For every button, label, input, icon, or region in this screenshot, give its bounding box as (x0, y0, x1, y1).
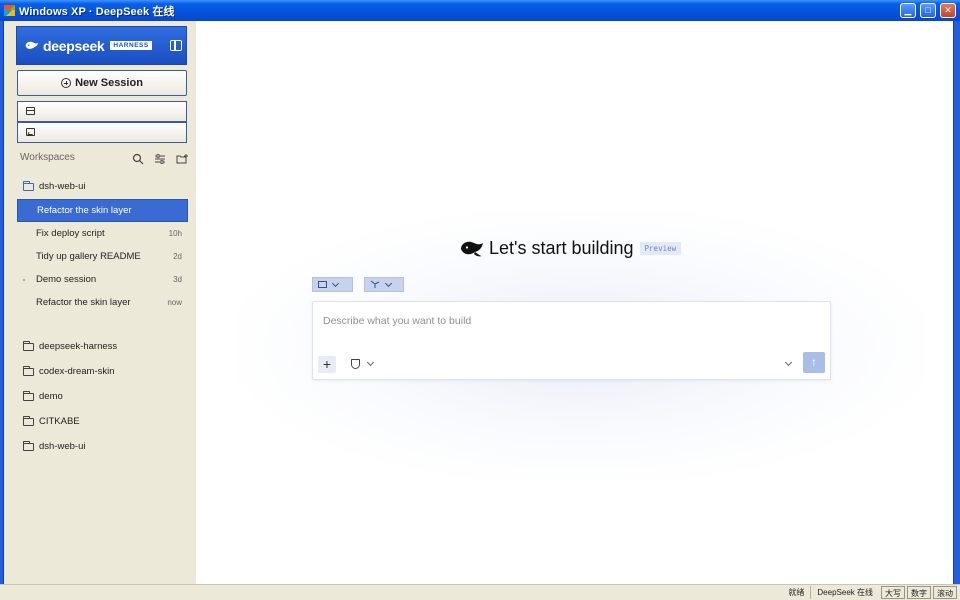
folder-open-icon (23, 180, 34, 191)
chevron-down-icon[interactable] (366, 358, 375, 367)
window-controls: ▁ □ ✕ (900, 3, 956, 18)
workspace-tools (132, 152, 188, 165)
new-session-button[interactable]: New Session (17, 70, 187, 96)
session-title: Fix deploy script (36, 228, 105, 239)
folder-icon (23, 340, 34, 351)
session-title: Refactor the skin layer (37, 205, 132, 216)
attach-button[interactable]: + (318, 356, 336, 373)
folder-icon (23, 390, 34, 401)
window-title: Windows XP · DeepSeek 在线 (19, 5, 175, 18)
filter-icon[interactable] (154, 152, 166, 164)
status-scroll: 滚动 (933, 586, 957, 599)
new-folder-icon[interactable] (176, 152, 188, 164)
session-item[interactable]: Refactor the skin layer now (17, 291, 188, 314)
branch-icon (370, 280, 380, 288)
workspace-name: dsh-web-ui (39, 181, 86, 192)
folder-picker-button[interactable] (312, 277, 353, 292)
image-view-button[interactable] (17, 122, 187, 143)
status-bar: 就绪 DeepSeek 在线 大写 数字 滚动 (0, 584, 960, 600)
session-age: now (167, 298, 182, 307)
maximize-button[interactable]: □ (920, 3, 936, 18)
folder-icon (23, 415, 34, 426)
whale-logo-icon (25, 41, 39, 49)
prompt-input[interactable]: Describe what you want to build (323, 315, 471, 327)
status-num: 数字 (907, 586, 931, 599)
session-title: Demo session (36, 274, 97, 285)
workspace-tree: dsh-web-ui Refactor the skin layer Fix d… (17, 174, 188, 459)
workspace-item[interactable]: CITKABE (17, 409, 188, 434)
model-chevron-icon[interactable] (784, 358, 793, 367)
status-caps: 大写 (881, 586, 905, 599)
main-panel: Let's start building Preview Describe wh… (196, 21, 953, 584)
prompt-composer[interactable]: Describe what you want to build + ↑ (312, 301, 831, 380)
session-item[interactable]: Tidy up gallery README 2d (17, 245, 188, 268)
workspace-name: CITKABE (39, 416, 80, 427)
workspace-name: deepseek-harness (39, 341, 118, 352)
whale-logo-icon (461, 241, 483, 256)
brand-badge: HARNESS (110, 41, 152, 50)
windows-logo-icon (4, 5, 15, 16)
chevron-down-icon (384, 279, 393, 287)
brand-header: deepseek HARNESS (16, 26, 187, 65)
session-age: 2d (173, 252, 182, 261)
layout-view-button[interactable] (17, 101, 187, 122)
workspace-item-dsh-web-ui[interactable]: dsh-web-ui (17, 174, 188, 199)
close-button[interactable]: ✕ (940, 3, 956, 18)
status-app: DeepSeek 在线 (810, 586, 879, 599)
layout-icon (26, 107, 35, 115)
window-frame: deepseek HARNESS New Session Workspaces (3, 21, 954, 584)
folder-icon (23, 365, 34, 376)
session-item[interactable]: Fix deploy script 10h (17, 222, 188, 245)
hero-title: Let's start building (489, 238, 634, 258)
session-age: 3d (173, 275, 182, 284)
workspace-item[interactable]: dsh-web-ui (17, 434, 188, 459)
workspace-name: demo (39, 391, 63, 402)
session-title: Refactor the skin layer (36, 297, 131, 308)
session-item[interactable]: Demo session 3d (17, 268, 188, 291)
session-item[interactable]: Refactor the skin layer (17, 199, 188, 222)
brand-name: deepseek (43, 37, 105, 54)
plus-circle-icon (61, 78, 72, 88)
workspace-name: codex-dream-skin (39, 366, 115, 377)
drag-handle-icon (23, 278, 25, 281)
workspace-item[interactable]: deepseek-harness (17, 334, 188, 359)
workspace-item[interactable]: demo (17, 384, 188, 409)
folder-icon (23, 440, 34, 451)
image-icon (26, 128, 35, 136)
session-title: Tidy up gallery README (36, 251, 141, 262)
preview-badge: Preview (639, 242, 682, 255)
chevron-down-icon (331, 279, 340, 287)
window-titlebar: Windows XP · DeepSeek 在线 ▁ □ ✕ (0, 0, 960, 21)
workspace-item[interactable]: codex-dream-skin (17, 359, 188, 384)
search-icon[interactable] (132, 152, 144, 165)
hero: Let's start building Preview (460, 238, 682, 259)
send-button[interactable]: ↑ (803, 352, 825, 373)
sidebar: deepseek HARNESS New Session Workspaces (4, 21, 196, 584)
branch-picker-button[interactable] (364, 277, 404, 292)
workspace-name: dsh-web-ui (39, 441, 86, 452)
sidebar-toggle-icon[interactable] (170, 40, 182, 51)
status-ready: 就绪 (788, 588, 805, 597)
new-session-label: New Session (75, 77, 143, 89)
session-age: 10h (168, 229, 182, 238)
minimize-button[interactable]: ▁ (900, 3, 916, 18)
shield-icon[interactable] (351, 359, 360, 369)
folder-icon (318, 281, 327, 288)
